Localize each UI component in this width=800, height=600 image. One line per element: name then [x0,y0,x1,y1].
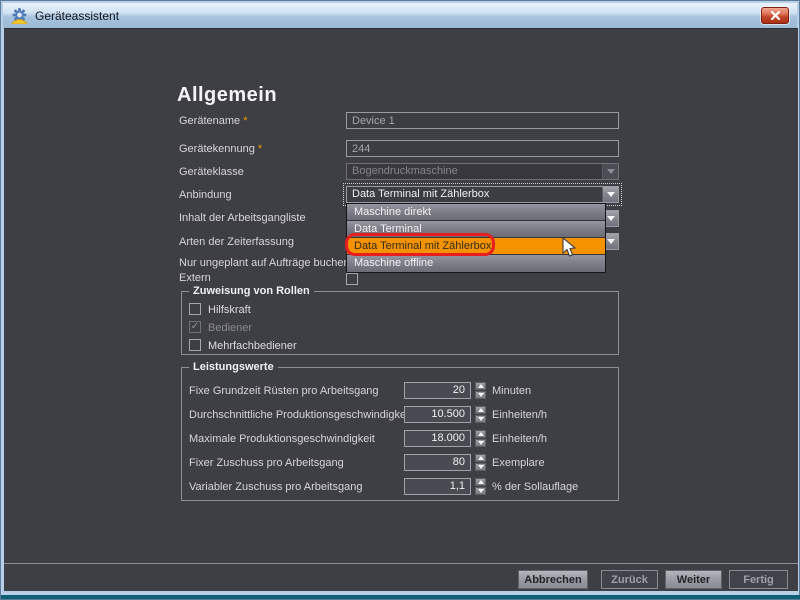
anbindung-value: Data Terminal mit Zählerbox [347,187,602,202]
fixer-zuschuss-unit: Exemplare [492,457,545,469]
arrow-up-icon [478,408,484,412]
arrow-down-icon [478,393,484,397]
spin-up-button[interactable] [475,382,486,390]
inhalt-arbeitsgangliste-label: Inhalt der Arbeitsgangliste [179,212,306,224]
spin-up-button[interactable] [475,478,486,486]
arrow-up-icon [478,384,484,388]
fixer-zuschuss-input[interactable]: 80 [404,454,471,471]
extern-checkbox[interactable] [346,273,358,285]
maximale-geschwindigkeit-stepper [475,430,486,447]
required-asterisk: * [243,115,247,127]
chevron-down-icon [607,216,615,221]
fixe-grundzeit-stepper [475,382,486,399]
geraeteklasse-value: Bogendruckmaschine [347,164,602,179]
mehrfachbediener-checkbox[interactable] [189,339,201,351]
spin-down-button[interactable] [475,439,486,447]
geraetename-label: Gerätename * [179,115,248,127]
arrow-down-icon [478,417,484,421]
geraetekennung-input[interactable] [346,140,619,157]
page-title: Allgemein [177,84,277,107]
fixer-zuschuss-label: Fixer Zuschuss pro Arbeitsgang [189,457,344,469]
geraeteklasse-dropdown-button [602,164,618,179]
weiter-button[interactable]: Weiter [665,570,722,589]
durchschnitt-geschwindigkeit-unit: Einheiten/h [492,409,547,421]
maximale-geschwindigkeit-input[interactable]: 18.000 [404,430,471,447]
spin-up-button[interactable] [475,454,486,462]
geraeteassistent-window: Geräteassistent Allgemein Gerätename * G… [0,0,800,600]
variabler-zuschuss-stepper [475,478,486,495]
spin-up-button[interactable] [475,406,486,414]
mouse-cursor-icon [562,237,577,258]
hilfskraft-checkbox[interactable] [189,303,201,315]
fixer-zuschuss-stepper [475,454,486,471]
spin-down-button[interactable] [475,463,486,471]
spin-up-button[interactable] [475,430,486,438]
arrow-down-icon [478,465,484,469]
bediener-checkbox [189,321,201,333]
bediener-label: Bediener [208,322,252,334]
abbrechen-button[interactable]: Abbrechen [518,570,588,589]
close-icon [771,11,780,20]
arrow-down-icon [478,489,484,493]
window-bottom-edge [1,595,800,599]
durchschnitt-geschwindigkeit-input[interactable]: 10.500 [404,406,471,423]
variabler-zuschuss-unit: % der Sollauflage [492,481,578,493]
arrow-up-icon [478,480,484,484]
arrow-up-icon [478,432,484,436]
required-asterisk: * [258,143,262,155]
title-bar: Geräteassistent [3,3,797,28]
geraetekennung-label: Gerätekennung * [179,143,262,155]
spin-down-button[interactable] [475,487,486,495]
arten-zeiterfassung-label: Arten der Zeiterfassung [179,236,294,248]
window-title: Geräteassistent [35,9,119,23]
maximale-geschwindigkeit-label: Maximale Produktionsgeschwindigkeit [189,433,375,445]
fixe-grundzeit-label: Fixe Grundzeit Rüsten pro Arbeitsgang [189,385,379,397]
arrow-down-icon [478,441,484,445]
mehrfachbediener-label: Mehrfachbediener [208,340,297,352]
nur-ungeplant-label: Nur ungeplant auf Aufträge buchen [179,257,350,269]
close-button[interactable] [761,7,789,24]
anbindung-label: Anbindung [179,189,232,201]
dropdown-option-maschine-direkt[interactable]: Maschine direkt [347,204,605,221]
geraeteklasse-combobox: Bogendruckmaschine [346,163,619,180]
roles-group-title: Zuweisung von Rollen [189,285,314,297]
app-icon [11,7,28,24]
geraeteklasse-label: Geräteklasse [179,166,244,178]
performance-group-title: Leistungswerte [189,361,278,373]
spin-down-button[interactable] [475,415,486,423]
fixe-grundzeit-input[interactable]: 20 [404,382,471,399]
highlight-annotation [345,233,495,256]
spin-down-button[interactable] [475,391,486,399]
arrow-up-icon [478,456,484,460]
variabler-zuschuss-input[interactable]: 1,1 [404,478,471,495]
footer-separator [4,563,798,564]
chevron-down-icon [607,239,615,244]
chevron-down-icon [607,192,615,197]
fertig-button: Fertig [729,570,788,589]
durchschnitt-geschwindigkeit-stepper [475,406,486,423]
hilfskraft-label: Hilfskraft [208,304,251,316]
anbindung-combobox[interactable]: Data Terminal mit Zählerbox [346,186,619,203]
extern-label: Extern [179,272,211,284]
fixe-grundzeit-unit: Minuten [492,385,531,397]
durchschnitt-geschwindigkeit-label: Durchschnittliche Produktionsgeschwindig… [189,409,412,421]
variabler-zuschuss-label: Variabler Zuschuss pro Arbeitsgang [189,481,362,493]
anbindung-dropdown-button[interactable] [602,187,618,202]
geraetename-input[interactable] [346,112,619,129]
zurueck-button: Zurück [601,570,658,589]
maximale-geschwindigkeit-unit: Einheiten/h [492,433,547,445]
chevron-down-icon [607,169,615,174]
